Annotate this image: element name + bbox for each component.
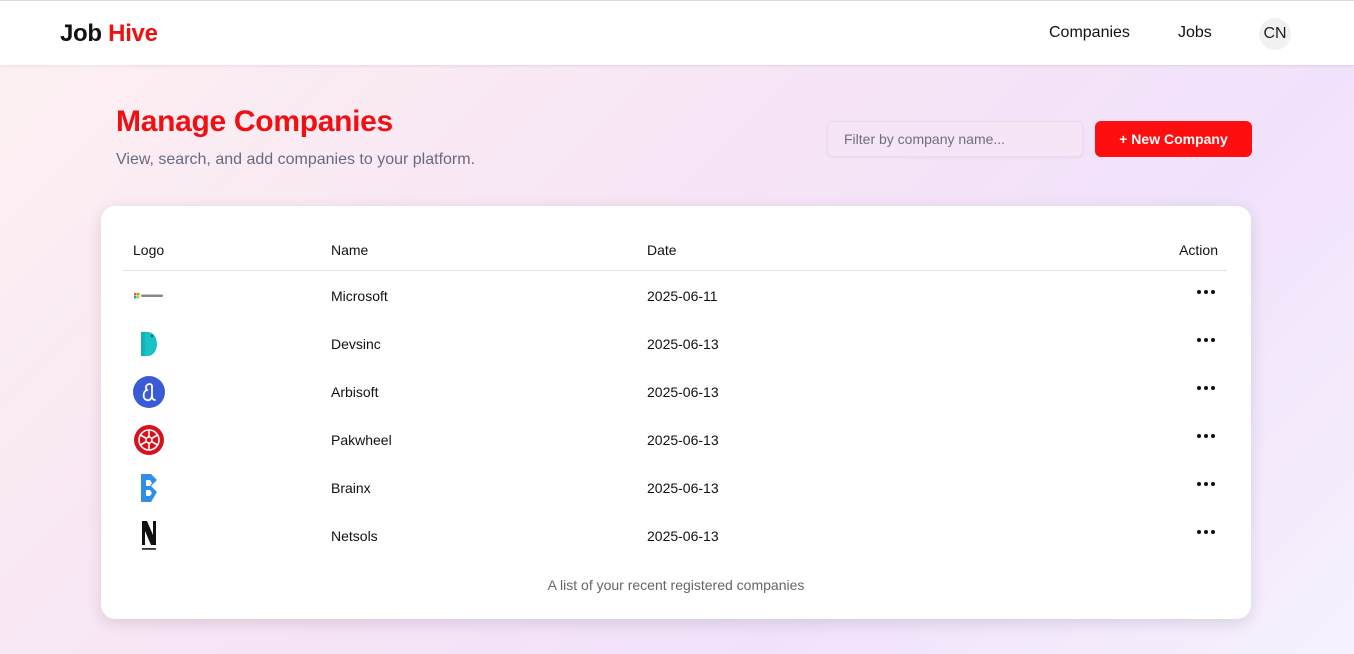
microsoft-logo <box>132 279 166 313</box>
more-actions-icon[interactable] <box>1194 524 1218 540</box>
column-header-logo: Logo <box>133 242 165 258</box>
page-subtitle: View, search, and add companies to your … <box>116 151 476 168</box>
top-navbar: Job Hive Companies Jobs CN <box>0 0 1354 65</box>
more-actions-icon[interactable] <box>1194 428 1218 444</box>
brand-prefix: Job <box>60 20 102 47</box>
company-name: Arbisoft <box>331 384 379 400</box>
company-date: 2025-06-13 <box>647 384 719 400</box>
table-caption: A list of your recent registered compani… <box>547 577 805 593</box>
table-row: Brainx 2025-06-13 <box>101 463 1251 511</box>
more-actions-icon[interactable] <box>1194 476 1218 492</box>
company-name: Microsoft <box>331 288 388 304</box>
arbisoft-logo <box>132 375 166 409</box>
more-actions-icon[interactable] <box>1194 332 1218 348</box>
company-name: Devsinc <box>331 336 381 352</box>
brand-suffix: Hive <box>108 20 158 47</box>
company-date: 2025-06-13 <box>647 336 719 352</box>
company-date: 2025-06-11 <box>647 288 718 304</box>
page-title: Manage Companies <box>116 105 393 138</box>
column-header-date: Date <box>647 242 677 258</box>
brand-logo[interactable]: Job Hive <box>60 20 158 48</box>
companies-table-card: Logo Name Date Action Microsoft 2025-06-… <box>101 206 1251 619</box>
column-header-action: Action <box>1179 242 1218 258</box>
table-row: Microsoft 2025-06-11 <box>101 271 1251 319</box>
nav-companies-link[interactable]: Companies <box>1049 24 1130 42</box>
company-date: 2025-06-13 <box>647 432 719 448</box>
more-actions-icon[interactable] <box>1194 284 1218 300</box>
company-name: Pakwheel <box>331 432 392 448</box>
company-filter-input[interactable] <box>827 121 1083 157</box>
more-actions-icon[interactable] <box>1194 380 1218 396</box>
nav-jobs-link[interactable]: Jobs <box>1178 24 1212 42</box>
user-avatar[interactable]: CN <box>1259 18 1291 50</box>
column-header-name: Name <box>331 242 369 258</box>
new-company-button[interactable]: + New Company <box>1095 121 1252 157</box>
company-name: Netsols <box>331 528 378 544</box>
table-row: Devsinc 2025-06-13 <box>101 319 1251 367</box>
table-row: Netsols 2025-06-13 <box>101 511 1251 559</box>
table-row: Arbisoft 2025-06-13 <box>101 367 1251 415</box>
brainx-logo <box>132 471 166 505</box>
company-date: 2025-06-13 <box>647 480 719 496</box>
company-date: 2025-06-13 <box>647 528 719 544</box>
company-name: Brainx <box>331 480 371 496</box>
table-row: Pakwheel 2025-06-13 <box>101 415 1251 463</box>
netsols-logo <box>132 519 166 553</box>
pakwheel-logo <box>132 423 166 457</box>
devsinc-logo <box>132 327 166 361</box>
